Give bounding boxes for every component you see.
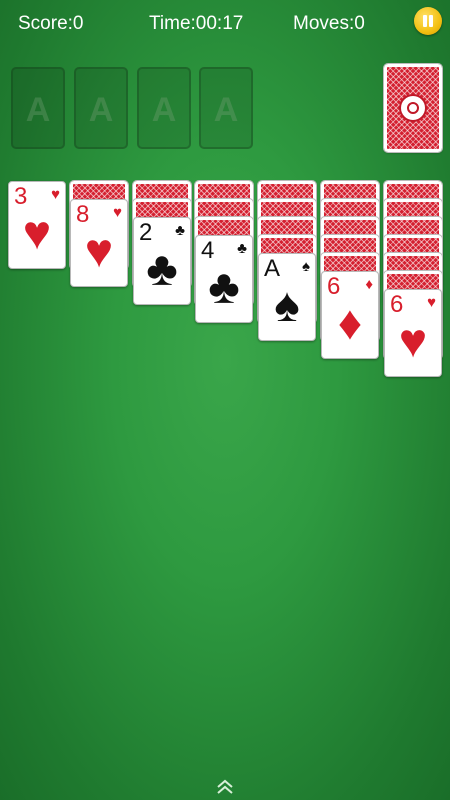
score-label: Score:0 bbox=[18, 13, 84, 34]
heart-icon: ♥ bbox=[84, 225, 114, 278]
club-icon: ♣ bbox=[208, 261, 240, 314]
tableau-card-7[interactable]: 6 ♥ ♥ bbox=[384, 289, 442, 377]
tableau-card-1[interactable]: 3 ♥ ♥ bbox=[8, 181, 66, 269]
foundation-label: A bbox=[213, 91, 239, 129]
spade-icon: ♠ bbox=[274, 279, 300, 332]
diamond-icon: ♦ bbox=[365, 276, 373, 293]
foundation-slot-2[interactable]: A bbox=[74, 67, 128, 149]
tableau-card-6[interactable]: 6 ♦ ♦ bbox=[321, 271, 379, 359]
foundation-slot-1[interactable]: A bbox=[11, 67, 65, 149]
tableau-card-3[interactable]: 2 ♣ ♣ bbox=[133, 217, 191, 305]
heart-icon: ♥ bbox=[51, 186, 60, 203]
chevron-up-icon[interactable] bbox=[215, 778, 235, 796]
club-icon: ♣ bbox=[175, 222, 185, 239]
moves-label: Moves:0 bbox=[293, 13, 365, 34]
tableau-card-2[interactable]: 8 ♥ ♥ bbox=[70, 199, 128, 287]
tableau-card-4[interactable]: 4 ♣ ♣ bbox=[195, 235, 253, 323]
foundation-label: A bbox=[151, 91, 177, 129]
time-label: Time:00:17 bbox=[149, 13, 244, 34]
foundation-label: A bbox=[25, 91, 51, 129]
heart-icon: ♥ bbox=[398, 315, 428, 368]
diamond-icon: ♦ bbox=[337, 297, 363, 350]
heart-icon: ♥ bbox=[22, 207, 52, 260]
heart-icon: ♥ bbox=[113, 204, 122, 221]
spade-icon: ♠ bbox=[302, 258, 310, 275]
tableau-card-5[interactable]: A ♠ ♠ bbox=[258, 253, 316, 341]
foundation-slot-4[interactable]: A bbox=[199, 67, 253, 149]
card-back-emblem-icon bbox=[399, 94, 427, 122]
foundation-label: A bbox=[88, 91, 114, 129]
foundation-slot-3[interactable]: A bbox=[137, 67, 191, 149]
pause-icon[interactable] bbox=[414, 7, 442, 35]
top-bar: Score:0 Time:00:17 Moves:0 bbox=[0, 0, 450, 48]
club-icon: ♣ bbox=[146, 243, 178, 296]
heart-icon: ♥ bbox=[427, 294, 436, 311]
stock-pile[interactable] bbox=[383, 63, 443, 153]
club-icon: ♣ bbox=[237, 240, 247, 257]
